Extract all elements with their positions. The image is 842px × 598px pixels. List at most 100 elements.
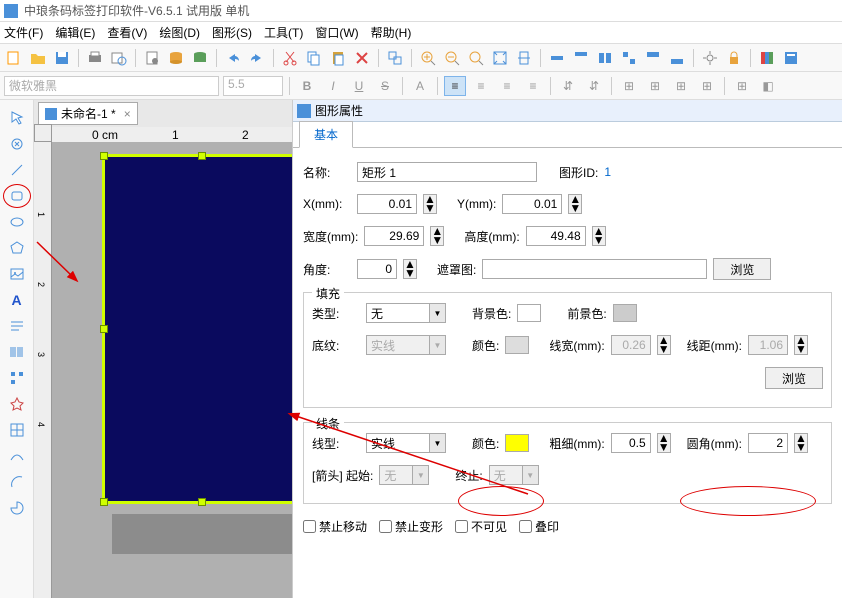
barcode-tool-icon[interactable]: [3, 340, 31, 364]
height-input[interactable]: [526, 226, 586, 246]
bgcolor-swatch[interactable]: [517, 304, 541, 322]
menu-help[interactable]: 帮助(H): [371, 24, 412, 41]
align-6-icon[interactable]: [667, 48, 687, 68]
align-3-icon[interactable]: [595, 48, 615, 68]
resize-handle[interactable]: [100, 325, 108, 333]
ellipse-tool-icon[interactable]: [3, 210, 31, 234]
print-icon[interactable]: [85, 48, 105, 68]
group-icon[interactable]: [385, 48, 405, 68]
overprint-checkbox[interactable]: 叠印: [519, 518, 559, 535]
menu-view[interactable]: 查看(V): [107, 24, 147, 41]
angle-input[interactable]: [357, 259, 397, 279]
mask-browse-button[interactable]: 浏览: [713, 258, 771, 280]
align-left-icon[interactable]: ≡: [444, 76, 466, 96]
text-tool-icon[interactable]: A: [3, 288, 31, 312]
spacing-1-icon[interactable]: ⇵: [557, 76, 579, 96]
database2-icon[interactable]: [190, 48, 210, 68]
line-type-combo[interactable]: 实线▼: [366, 433, 446, 453]
document-tab[interactable]: 未命名-1 * ×: [38, 102, 138, 125]
new-icon[interactable]: [4, 48, 24, 68]
mask-input[interactable]: [482, 259, 707, 279]
corner-input[interactable]: [748, 433, 788, 453]
fgcolor-swatch[interactable]: [613, 304, 637, 322]
corner-spinner[interactable]: ▲▼: [794, 433, 808, 453]
properties-icon[interactable]: [781, 48, 801, 68]
menu-draw[interactable]: 绘图(D): [159, 24, 200, 41]
height-spinner[interactable]: ▲▼: [592, 226, 606, 246]
distrib-2-icon[interactable]: ⊞: [644, 76, 666, 96]
align-5-icon[interactable]: [643, 48, 663, 68]
align-center-icon[interactable]: ≡: [470, 76, 492, 96]
align-4-icon[interactable]: [619, 48, 639, 68]
distrib-3-icon[interactable]: ⊞: [670, 76, 692, 96]
y-input[interactable]: [502, 194, 562, 214]
open-icon[interactable]: [28, 48, 48, 68]
align-2-icon[interactable]: [571, 48, 591, 68]
strike-icon[interactable]: S: [374, 76, 396, 96]
grid-tool-icon[interactable]: [3, 418, 31, 442]
line-color-swatch[interactable]: [505, 434, 529, 452]
align-right-icon[interactable]: ≡: [496, 76, 518, 96]
align-justify-icon[interactable]: ≡: [522, 76, 544, 96]
zoom-in-icon[interactable]: [418, 48, 438, 68]
copy-icon[interactable]: [304, 48, 324, 68]
zoom-fit-icon[interactable]: [466, 48, 486, 68]
resize-handle[interactable]: [100, 152, 108, 160]
spacing-2-icon[interactable]: ⇵: [583, 76, 605, 96]
hand-tool-icon[interactable]: [3, 132, 31, 156]
align-1-icon[interactable]: [547, 48, 567, 68]
x-input[interactable]: [357, 194, 417, 214]
thickness-input[interactable]: [611, 433, 651, 453]
preview-icon[interactable]: [109, 48, 129, 68]
underline-icon[interactable]: U: [348, 76, 370, 96]
delete-icon[interactable]: [352, 48, 372, 68]
resize-handle[interactable]: [198, 152, 206, 160]
end-icon[interactable]: ◧: [757, 76, 779, 96]
rect-tool-icon[interactable]: [3, 184, 31, 208]
width-input[interactable]: [364, 226, 424, 246]
color-icon[interactable]: A: [409, 76, 431, 96]
fit-page-icon[interactable]: [490, 48, 510, 68]
doc-tab-close-icon[interactable]: ×: [124, 107, 131, 121]
layers-icon[interactable]: [757, 48, 777, 68]
distrib-4-icon[interactable]: ⊞: [696, 76, 718, 96]
settings-icon[interactable]: [700, 48, 720, 68]
star-tool-icon[interactable]: [3, 392, 31, 416]
resize-handle[interactable]: [198, 498, 206, 506]
menu-edit[interactable]: 编辑(E): [55, 24, 95, 41]
zoom-out-icon[interactable]: [442, 48, 462, 68]
select-tool-icon[interactable]: [3, 106, 31, 130]
pie-tool-icon[interactable]: [3, 496, 31, 520]
size-combo[interactable]: 5.5: [223, 76, 283, 96]
save-icon[interactable]: [52, 48, 72, 68]
shape-rectangle[interactable]: [102, 154, 292, 504]
menu-file[interactable]: 文件(F): [4, 24, 43, 41]
image-tool-icon[interactable]: [3, 262, 31, 286]
thickness-spinner[interactable]: ▲▼: [657, 433, 671, 453]
lock-move-checkbox[interactable]: 禁止移动: [303, 518, 367, 535]
menu-window[interactable]: 窗口(W): [315, 24, 358, 41]
italic-icon[interactable]: I: [322, 76, 344, 96]
y-spinner[interactable]: ▲▼: [568, 194, 582, 214]
undo-icon[interactable]: [223, 48, 243, 68]
arc-tool-icon[interactable]: [3, 470, 31, 494]
lock-transform-checkbox[interactable]: 禁止变形: [379, 518, 443, 535]
polygon-tool-icon[interactable]: [3, 236, 31, 260]
line-tool-icon[interactable]: [3, 158, 31, 182]
resize-handle[interactable]: [100, 498, 108, 506]
grid-icon[interactable]: ⊞: [731, 76, 753, 96]
fit-width-icon[interactable]: [514, 48, 534, 68]
lock-icon[interactable]: [724, 48, 744, 68]
database-icon[interactable]: [166, 48, 186, 68]
name-input[interactable]: [357, 162, 537, 182]
fill-browse-button[interactable]: 浏览: [765, 367, 823, 389]
x-spinner[interactable]: ▲▼: [423, 194, 437, 214]
doc-settings-icon[interactable]: [142, 48, 162, 68]
paste-icon[interactable]: [328, 48, 348, 68]
curve-tool-icon[interactable]: [3, 444, 31, 468]
distrib-1-icon[interactable]: ⊞: [618, 76, 640, 96]
font-combo[interactable]: 微软雅黑: [4, 76, 219, 96]
cut-icon[interactable]: [280, 48, 300, 68]
width-spinner[interactable]: ▲▼: [430, 226, 444, 246]
menu-shape[interactable]: 图形(S): [212, 24, 252, 41]
